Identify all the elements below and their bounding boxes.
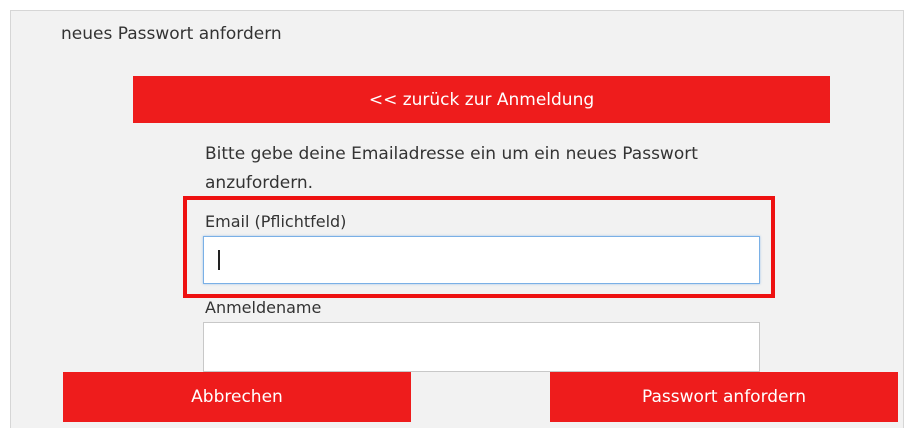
request-password-button[interactable]: Passwort anfordern [550,372,898,422]
instruction-text: Bitte gebe deine Emailadresse ein um ein… [205,144,698,193]
username-label: Anmeldename [205,298,322,317]
username-field[interactable] [203,322,760,372]
email-label: Email (Pflichtfeld) [205,212,347,231]
cancel-button[interactable]: Abbrechen [63,372,411,422]
back-to-login-button[interactable]: << zurück zur Anmeldung [133,76,830,123]
email-field[interactable] [203,236,760,284]
text-caret [218,250,220,270]
page-title: neues Passwort anfordern [61,24,282,44]
